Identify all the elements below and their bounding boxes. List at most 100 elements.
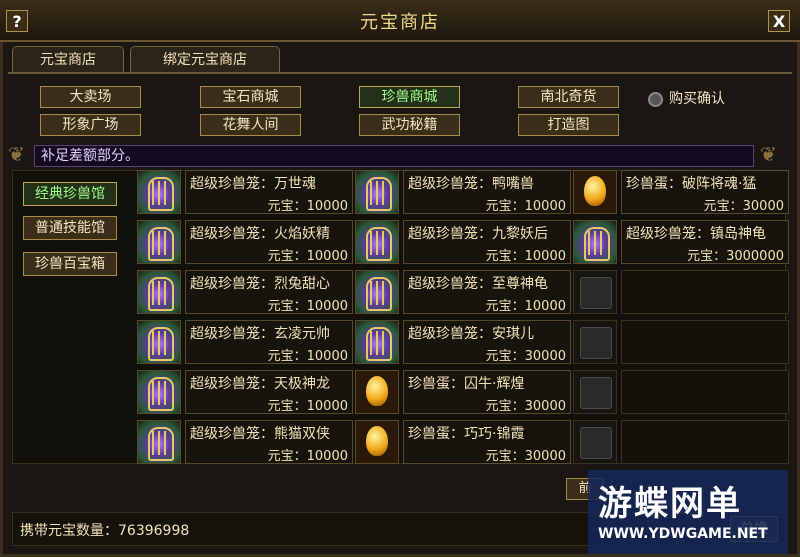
- item-name: 超级珍兽笼：天极神龙: [190, 376, 330, 392]
- item-info[interactable]: 超级珍兽笼：万世魂 元宝：10000: [185, 170, 353, 214]
- item-info[interactable]: 超级珍兽笼：玄凌元帅元宝：10000: [185, 320, 353, 364]
- item-name: 珍兽蛋：破阵将魂·猛: [626, 176, 757, 192]
- shop-item[interactable]: 超级珍兽笼：安琪儿元宝：30000: [355, 320, 573, 366]
- item-price: 元宝：10000: [267, 399, 348, 414]
- item-info[interactable]: 珍兽蛋：囚牛·辉煌元宝：30000: [403, 370, 571, 414]
- item-info[interactable]: 超级珍兽笼：安琪儿元宝：30000: [403, 320, 571, 364]
- shop-item[interactable]: 珍兽蛋：破阵将魂·猛 元宝：30000: [573, 170, 791, 216]
- radio-icon[interactable]: [648, 91, 663, 107]
- item-name: 超级珍兽笼：烈兔甜心: [190, 276, 330, 292]
- shop-item[interactable]: 超级珍兽笼：熊猫双侠元宝：10000: [137, 420, 355, 466]
- item-info[interactable]: 超级珍兽笼：天极神龙元宝：10000: [185, 370, 353, 414]
- pet-cage-icon[interactable]: [137, 370, 181, 414]
- side-category-button[interactable]: 普通技能馆: [23, 216, 117, 240]
- pet-egg-icon[interactable]: [355, 370, 399, 414]
- pet-cage-icon[interactable]: [137, 220, 181, 264]
- category-button[interactable]: 南北奇货: [518, 86, 619, 108]
- window-title: 元宝商店: [360, 12, 440, 33]
- pet-cage-icon[interactable]: [137, 320, 181, 364]
- shop-item[interactable]: 超级珍兽笼：火焰妖精元宝：10000: [137, 220, 355, 266]
- item-info[interactable]: 超级珍兽笼：镇岛神龟 元宝：3000000: [621, 220, 789, 264]
- purchase-confirm-toggle[interactable]: 购买确认: [648, 88, 725, 108]
- item-price: 元宝：10000: [267, 249, 348, 264]
- item-name: 超级珍兽笼：火焰妖精: [190, 226, 330, 242]
- pet-cage-icon[interactable]: [137, 170, 181, 214]
- item-info[interactable]: 超级珍兽笼：火焰妖精元宝：10000: [185, 220, 353, 264]
- shop-item[interactable]: 超级珍兽笼：镇岛神龟 元宝：3000000: [573, 220, 791, 266]
- balance-label: 携带元宝数量：: [20, 523, 118, 539]
- item-info[interactable]: 超级珍兽笼：至尊神龟 元宝：10000: [403, 270, 571, 314]
- empty-slot: [573, 270, 791, 316]
- shop-item[interactable]: 超级珍兽笼：万世魂 元宝：10000: [137, 170, 355, 216]
- item-info[interactable]: 超级珍兽笼：熊猫双侠元宝：10000: [185, 420, 353, 464]
- pet-egg-icon[interactable]: [355, 420, 399, 464]
- pet-cage-icon[interactable]: [573, 220, 617, 264]
- item-name: 超级珍兽笼：玄凌元帅: [190, 326, 330, 342]
- item-price: 元宝：10000: [267, 449, 348, 464]
- side-category-button-active[interactable]: 经典珍兽馆: [23, 182, 117, 206]
- item-price: 元宝：3000000: [687, 249, 784, 264]
- balance-value: 76396998: [118, 523, 190, 539]
- shop-item[interactable]: 超级珍兽笼：烈兔甜心 元宝：10000: [137, 270, 355, 316]
- item-info[interactable]: 超级珍兽笼：鸭嘴兽元宝：10000: [403, 170, 571, 214]
- item-name: 超级珍兽笼：熊猫双侠: [190, 426, 330, 442]
- item-name: 超级珍兽笼：安琪儿: [408, 326, 534, 342]
- item-price: 元宝：10000: [267, 349, 348, 364]
- pet-cage-icon[interactable]: [355, 170, 399, 214]
- category-button[interactable]: 武功秘籍: [359, 114, 460, 136]
- purchase-confirm-label: 购买确认: [669, 91, 725, 107]
- watermark-text: 游蝶网单: [598, 484, 742, 524]
- category-button[interactable]: 大卖场: [40, 86, 141, 108]
- item-name: 超级珍兽笼：鸭嘴兽: [408, 176, 534, 192]
- pet-egg-icon[interactable]: [573, 170, 617, 214]
- empty-slot-icon: [573, 420, 617, 464]
- item-price: 元宝：30000: [485, 399, 566, 414]
- item-name: 超级珍兽笼：九黎妖后: [408, 226, 548, 242]
- shop-item[interactable]: 珍兽蛋：巧巧·锦霞元宝：30000: [355, 420, 573, 466]
- item-info: [621, 420, 789, 464]
- pet-cage-icon[interactable]: [355, 270, 399, 314]
- pet-cage-icon[interactable]: [355, 320, 399, 364]
- help-button[interactable]: ?: [6, 10, 28, 32]
- empty-slot-icon: [573, 270, 617, 314]
- ornament-right-icon: ❦: [760, 142, 777, 166]
- shop-item[interactable]: 超级珍兽笼：玄凌元帅元宝：10000: [137, 320, 355, 366]
- notice-bar: 补足差额部分。: [34, 145, 754, 167]
- item-price: 元宝：30000: [485, 449, 566, 464]
- item-price: 元宝：30000: [485, 349, 566, 364]
- watermark: 游蝶网单 WWW.YDWGAME.NET: [588, 470, 788, 554]
- category-button[interactable]: 宝石商城: [200, 86, 301, 108]
- ornament-left-icon: ❦: [8, 142, 25, 166]
- pet-cage-icon[interactable]: [137, 270, 181, 314]
- item-name: 超级珍兽笼：万世魂: [190, 176, 316, 192]
- close-button[interactable]: X: [768, 10, 790, 32]
- category-button[interactable]: 形象广场: [40, 114, 141, 136]
- empty-slot: [573, 370, 791, 416]
- item-name: 珍兽蛋：巧巧·锦霞: [408, 426, 525, 442]
- item-price: 元宝：10000: [485, 199, 566, 214]
- category-button[interactable]: 花舞人间: [200, 114, 301, 136]
- tab-yuanbao-shop[interactable]: 元宝商店: [12, 46, 124, 72]
- item-info[interactable]: 超级珍兽笼：九黎妖后 元宝：10000: [403, 220, 571, 264]
- side-category-button[interactable]: 珍兽百宝箱: [23, 252, 117, 276]
- title-bar: 元宝商店 ? X: [0, 0, 800, 42]
- pet-cage-icon[interactable]: [137, 420, 181, 464]
- shop-item[interactable]: 超级珍兽笼：鸭嘴兽元宝：10000: [355, 170, 573, 216]
- shop-item[interactable]: 超级珍兽笼：天极神龙元宝：10000: [137, 370, 355, 416]
- shop-item[interactable]: 超级珍兽笼：九黎妖后 元宝：10000: [355, 220, 573, 266]
- item-info: [621, 270, 789, 314]
- empty-slot-icon: [573, 370, 617, 414]
- item-info[interactable]: 珍兽蛋：破阵将魂·猛 元宝：30000: [621, 170, 789, 214]
- category-button[interactable]: 打造图: [518, 114, 619, 136]
- item-info[interactable]: 超级珍兽笼：烈兔甜心 元宝：10000: [185, 270, 353, 314]
- item-info: [621, 370, 789, 414]
- shop-item[interactable]: 超级珍兽笼：至尊神龟 元宝：10000: [355, 270, 573, 316]
- item-info[interactable]: 珍兽蛋：巧巧·锦霞元宝：30000: [403, 420, 571, 464]
- item-name: 珍兽蛋：囚牛·辉煌: [408, 376, 525, 392]
- tab-bound-yuanbao-shop[interactable]: 绑定元宝商店: [130, 46, 280, 72]
- shop-item[interactable]: 珍兽蛋：囚牛·辉煌元宝：30000: [355, 370, 573, 416]
- empty-slot: [573, 420, 791, 466]
- balance-display: 携带元宝数量：76396998: [20, 520, 189, 540]
- pet-cage-icon[interactable]: [355, 220, 399, 264]
- category-button-active[interactable]: 珍兽商城: [359, 86, 460, 108]
